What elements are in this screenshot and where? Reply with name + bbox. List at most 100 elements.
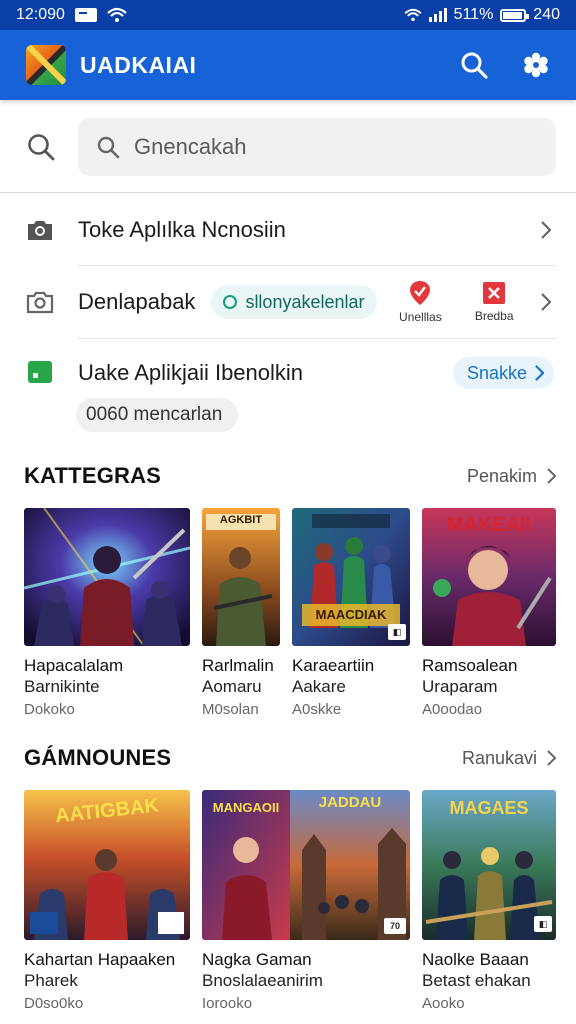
card-artwork: MAGAES ◧ <box>422 790 556 940</box>
card-row: AATIGBAK Kahartan Hapaaken Pharek D0so0k… <box>0 790 576 1016</box>
app-logo <box>26 45 66 85</box>
mini-app-label: Bredba <box>474 309 514 323</box>
see-more-label: Ranukavi <box>461 747 537 768</box>
card-subtitle: Aakare <box>292 677 346 696</box>
chevron-right-icon <box>538 218 554 242</box>
app-card[interactable]: MAACDIAK ◧ Karaeartiin Aakare A0skke <box>292 508 410 718</box>
location-pin-icon <box>410 281 431 305</box>
action-button[interactable]: Snakke <box>452 357 554 389</box>
app-card[interactable]: AGKBIT Rarlmalin Aomaru M0solan <box>202 508 280 718</box>
card-meta: D0so0ko <box>24 995 84 1012</box>
search-icon[interactable] <box>26 132 56 162</box>
search-field[interactable] <box>78 118 556 176</box>
card-art-text: MANGAOII <box>212 800 280 815</box>
card-artwork: MAACDIAK ◧ <box>292 508 410 646</box>
card-artwork: MAKEAII <box>422 508 556 646</box>
card-title: Kahartan Hapaaken <box>24 950 176 969</box>
card-title: Nagka Gaman <box>202 950 312 969</box>
badge-icon: 70 <box>384 918 406 934</box>
battery-icon <box>500 8 530 22</box>
card-subtitle: Pharek <box>24 971 78 990</box>
divider <box>78 338 556 339</box>
card-art-text: AGKBIT <box>219 514 263 526</box>
app-bar: UADKAIAI <box>0 30 576 100</box>
card-title: Hapacalalam <box>24 656 124 675</box>
list-row-1[interactable]: Toke Aplılka Ncnosiin <box>0 204 576 256</box>
mini-app-label: Unelllas <box>399 310 442 324</box>
chevron-right-icon <box>547 750 556 766</box>
card-artwork: AATIGBAK <box>24 790 190 940</box>
list-row-label: Denlapabak <box>78 289 196 314</box>
chevron-right-icon <box>547 468 556 484</box>
card-meta: Aooko <box>422 995 465 1012</box>
card-artwork: AGKBIT <box>202 508 280 646</box>
gear-icon <box>524 52 548 78</box>
list-row-label: Uake Aplikjaii Ibenolkin <box>78 360 304 385</box>
chevron-right-icon <box>535 365 544 381</box>
list-row-label: Toke Aplılka Ncnosiin <box>78 217 286 242</box>
card-meta: A0skke <box>292 701 342 718</box>
badge-icon: ◧ <box>388 624 406 640</box>
card-artwork <box>24 508 190 646</box>
card-title: Ramsoalean <box>422 656 518 675</box>
search-input[interactable] <box>134 134 434 160</box>
card-subtitle: Bnoslalaeanirim <box>202 971 323 990</box>
card-art-text: MAKEAII <box>446 514 532 536</box>
wifi-icon <box>404 8 422 22</box>
app-title: UADKAIAI <box>80 51 197 78</box>
search-icon <box>461 52 488 79</box>
mini-app[interactable]: Bredba <box>464 281 524 323</box>
card-title: Karaeartiin <box>292 656 375 675</box>
category-chip[interactable]: sllonyakelenlar <box>211 285 377 319</box>
card-title: Rarlmalin <box>202 656 274 675</box>
close-box-icon <box>483 282 506 304</box>
app-card[interactable]: MAGAES ◧ Naolke Baaan Betast ehakan Aook… <box>422 790 556 1012</box>
card-meta: A0oodao <box>422 701 483 718</box>
section-title: KATTEGRAS <box>24 463 162 488</box>
card-subtitle: Uraparam <box>422 677 498 696</box>
card-subtitle: Barnikinte <box>24 677 100 696</box>
search-icon <box>97 136 120 159</box>
app-card[interactable]: AATIGBAK Kahartan Hapaaken Pharek D0so0k… <box>24 790 190 1012</box>
count-chip[interactable]: 0060 mencarlan <box>76 398 239 432</box>
card-subtitle: Aomaru <box>202 677 262 696</box>
section-header: GÁMNOUNES Ranukavi <box>24 744 556 772</box>
card-meta: Iorooko <box>202 995 253 1012</box>
camera-icon <box>26 288 54 316</box>
wifi-icon <box>107 7 127 22</box>
see-more-link[interactable]: Ranukavi <box>462 748 556 769</box>
chevron-right-icon <box>538 290 554 314</box>
action-button-label: Snakke <box>466 362 527 383</box>
status-right: 511% 240 <box>404 6 560 24</box>
chat-icon <box>26 359 54 387</box>
card-subtitle: Betast ehakan <box>422 971 531 990</box>
list-row-2[interactable]: Denlapabak sllonyakelenlar Unelllas Bred… <box>0 276 576 328</box>
section-title: GÁMNOUNES <box>24 745 172 770</box>
signal-icon <box>428 8 447 22</box>
card-meta: Dokoko <box>24 701 75 718</box>
circle-icon <box>223 295 238 309</box>
divider <box>78 265 556 266</box>
section-header: KATTEGRAS Penakim <box>24 462 556 490</box>
app-card[interactable]: MAKEAII Ramsoalean Uraparam A0oodao <box>422 508 556 718</box>
badge-icon: ◧ <box>534 916 552 932</box>
card-row: Hapacalalam Barnikinte Dokoko AGKBIT Rar… <box>0 508 576 718</box>
card-art-text: MAACDIAK <box>315 607 387 622</box>
see-more-label: Penakim <box>466 465 537 486</box>
list-row-3[interactable]: Uake Aplikjaii Ibenolkin Snakke <box>0 348 576 398</box>
status-left: 12:090 <box>16 6 404 24</box>
chip-label: sllonyakelenlar <box>245 291 365 312</box>
see-more-link[interactable]: Penakim <box>467 466 556 487</box>
search-button[interactable] <box>454 45 494 85</box>
mini-app[interactable]: Unelllas <box>391 280 451 324</box>
settings-button[interactable] <box>516 45 556 85</box>
card-art-text: JADDAU <box>318 794 382 811</box>
card-art-text: MAGAES <box>449 798 529 818</box>
app-card[interactable]: Hapacalalam Barnikinte Dokoko <box>24 508 190 718</box>
message-icon <box>74 8 97 22</box>
status-bar: 12:090 511% 240 <box>0 0 576 30</box>
card-title: Naolke Baaan <box>422 950 529 969</box>
divider <box>0 192 576 193</box>
search-row <box>0 118 576 176</box>
app-card[interactable]: MANGAOII JADDAU 70 Nagka Gaman Bnoslalae… <box>202 790 410 1012</box>
